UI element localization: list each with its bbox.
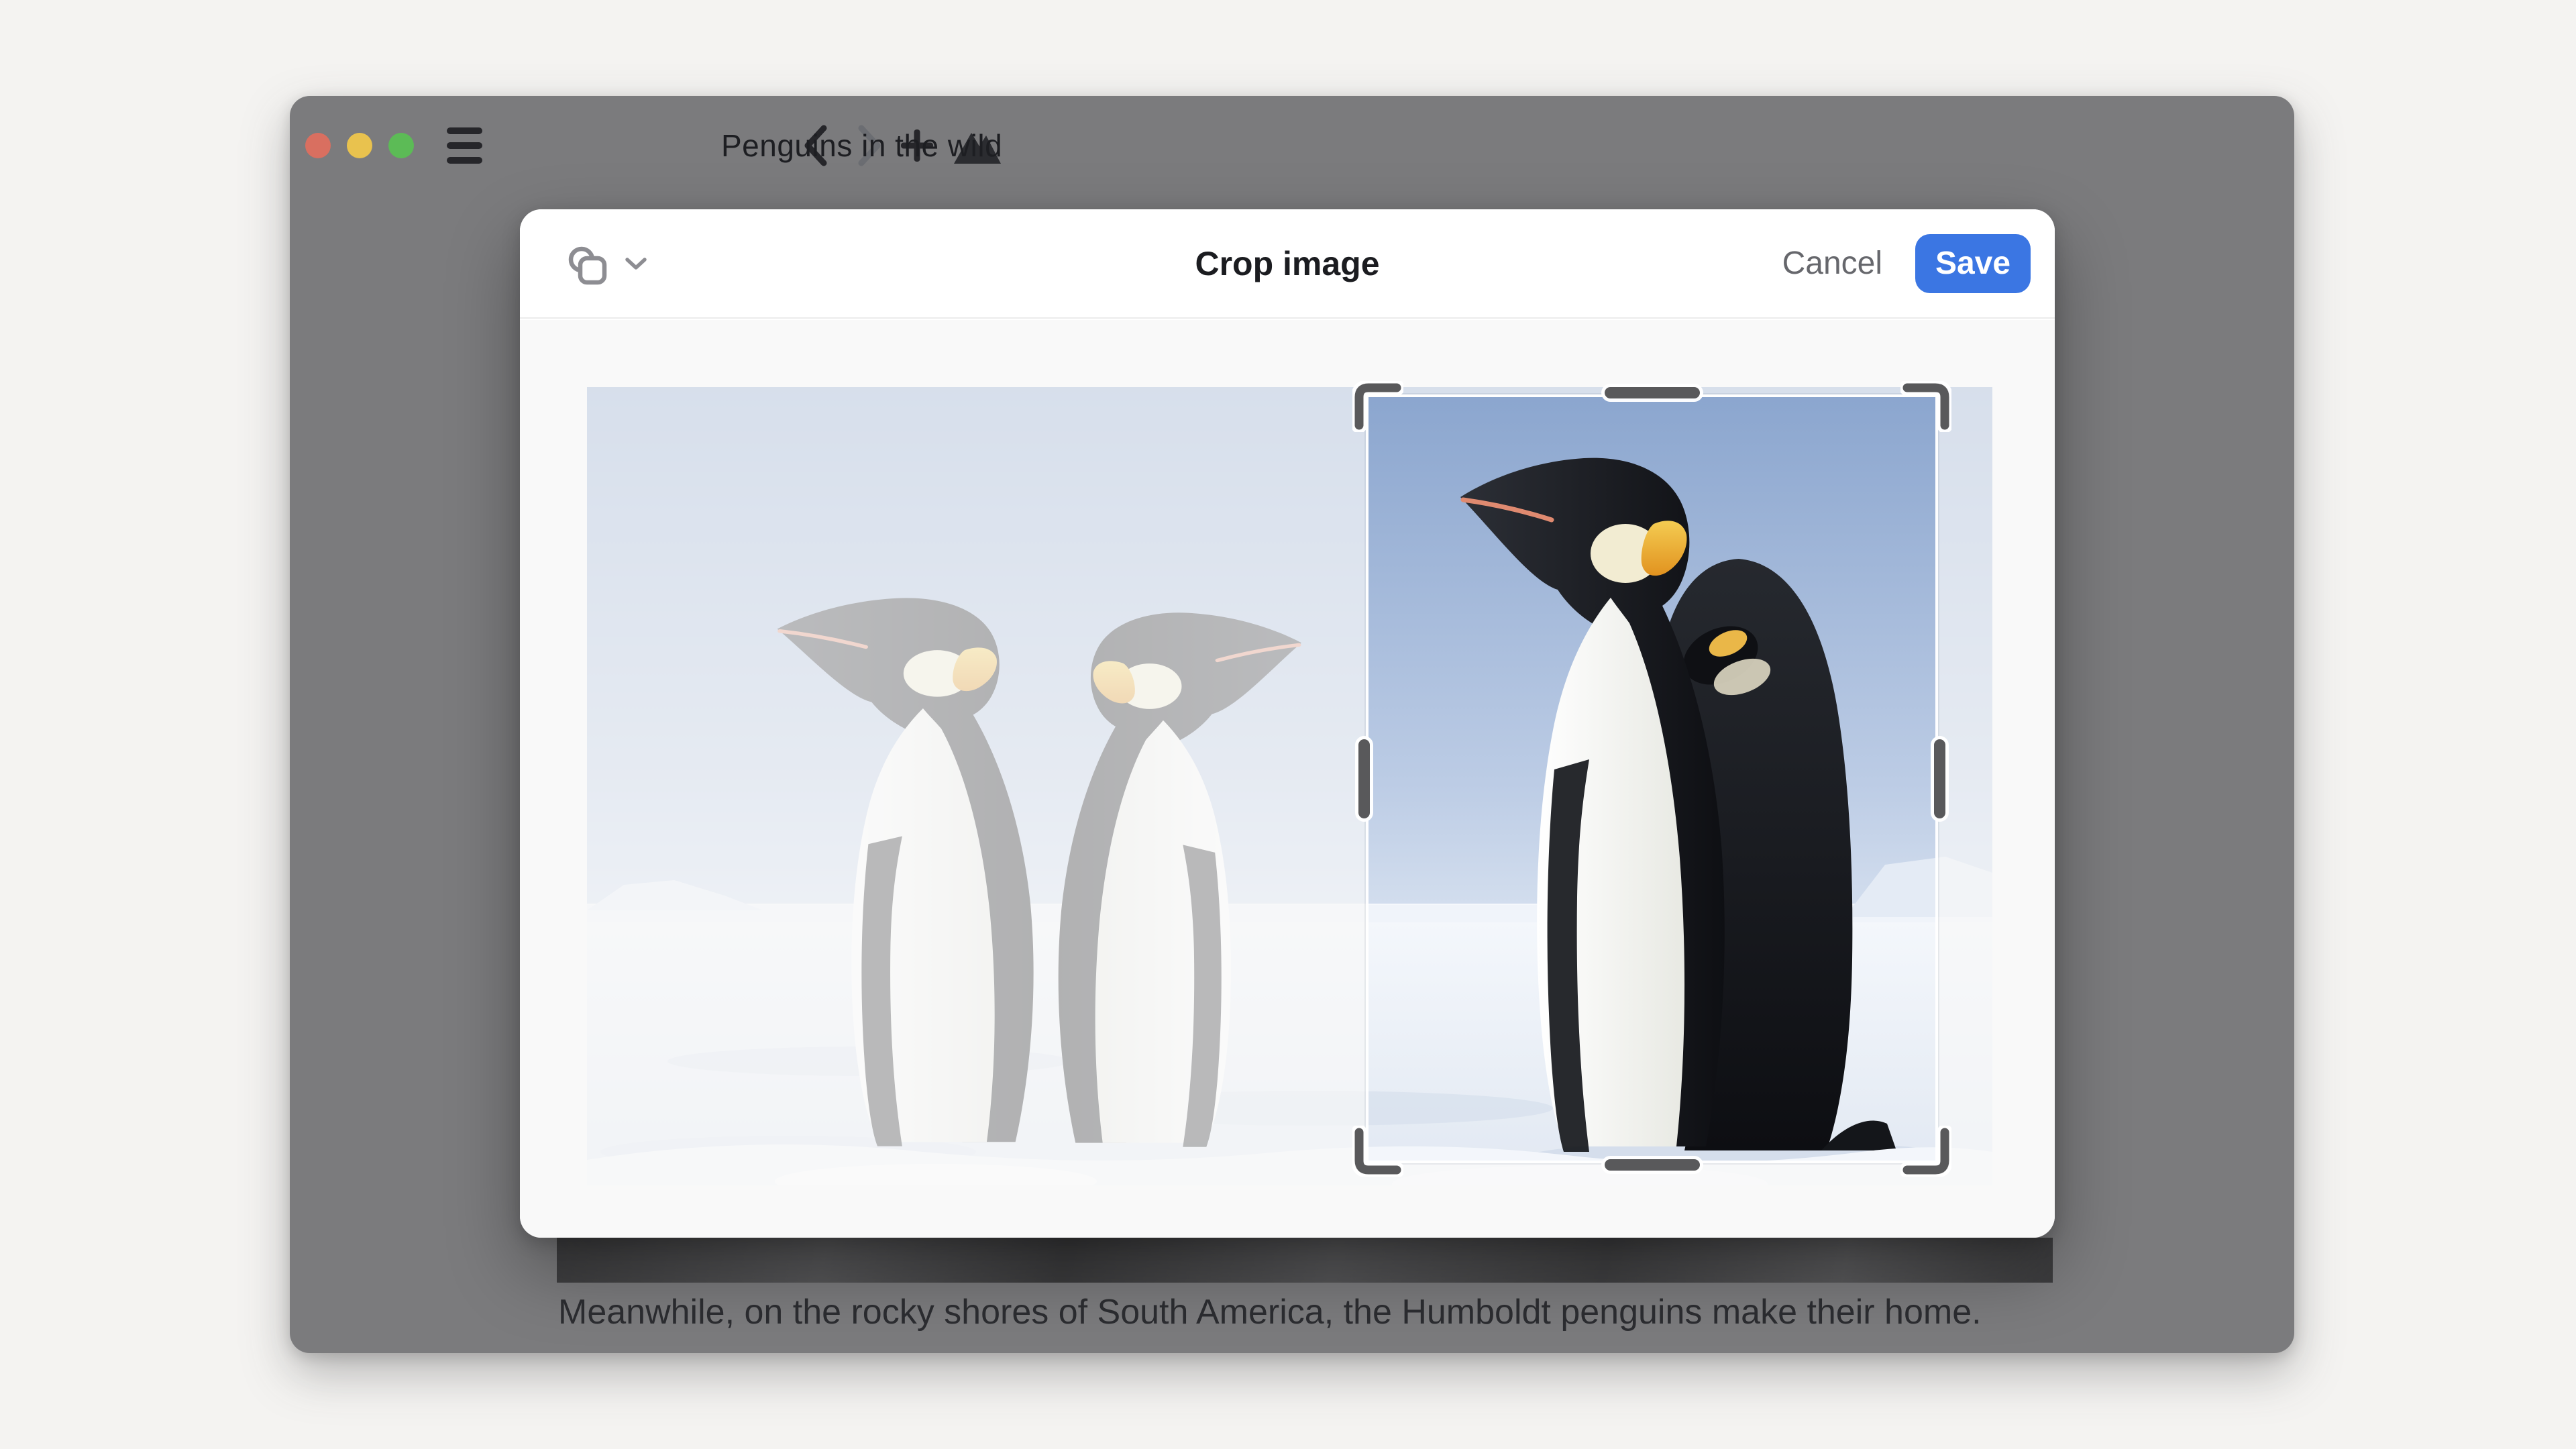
cancel-button[interactable]: Cancel xyxy=(1782,245,1882,282)
crop-workspace xyxy=(520,320,2055,1238)
crop-handle-right[interactable] xyxy=(1934,739,1945,818)
crop-handle-bottom-left[interactable] xyxy=(1352,1126,1403,1177)
crop-canvas[interactable] xyxy=(587,387,1992,1185)
crop-handle-top[interactable] xyxy=(1605,387,1700,398)
toolbar: Penguins in the wild xyxy=(290,96,2294,197)
document-caption: Meanwhile, on the rocky shores of South … xyxy=(558,1291,2061,1333)
crop-handle-top-left[interactable] xyxy=(1352,381,1403,432)
document-photo-edge xyxy=(557,1238,2053,1283)
screen: Penguins in the wild Meanwhile, on the r… xyxy=(0,0,2576,1449)
crop-handle-bottom[interactable] xyxy=(1605,1159,1700,1171)
page-title: Penguins in the wild xyxy=(721,127,1002,164)
crop-selection[interactable] xyxy=(1368,397,1935,1161)
crop-handle-left[interactable] xyxy=(1358,739,1370,818)
dialog-actions: Cancel Save xyxy=(1782,234,2031,293)
menu-icon[interactable] xyxy=(447,127,482,164)
save-button[interactable]: Save xyxy=(1915,234,2031,293)
crop-selection-view xyxy=(1368,397,1935,1161)
zoom-window-button[interactable] xyxy=(388,133,414,158)
crop-dialog-header: Crop image Cancel Save xyxy=(520,209,2055,319)
photo-selected-region xyxy=(1368,397,1935,1161)
close-window-button[interactable] xyxy=(305,133,331,158)
crop-dialog: Crop image Cancel Save xyxy=(520,209,2055,1238)
crop-handle-top-right[interactable] xyxy=(1900,381,1951,432)
crop-handle-bottom-right[interactable] xyxy=(1900,1126,1951,1177)
window-controls xyxy=(305,133,414,158)
minimize-window-button[interactable] xyxy=(347,133,372,158)
